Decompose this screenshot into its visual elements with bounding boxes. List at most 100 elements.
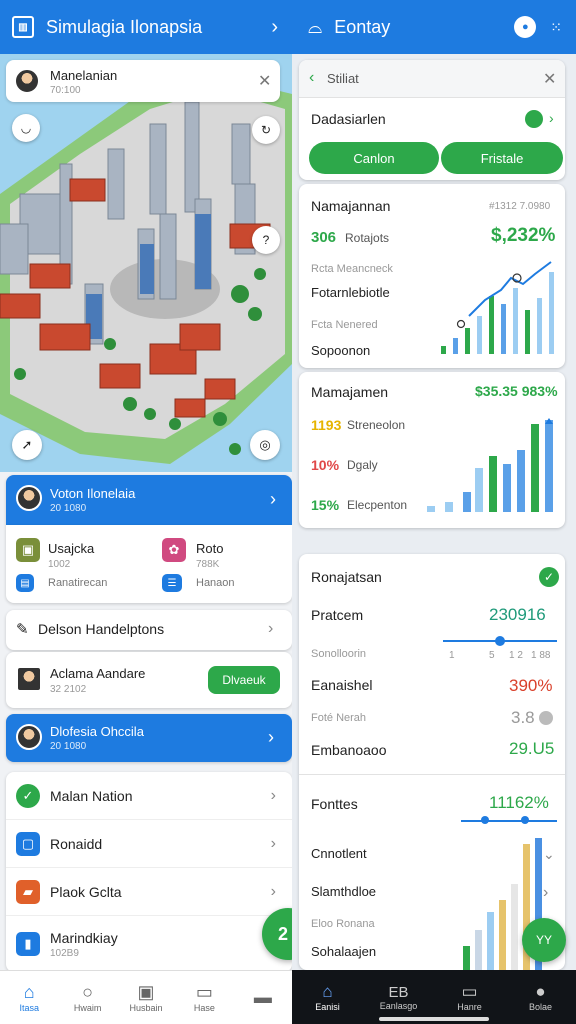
list-item[interactable]: ▰ Plaok Gclta › xyxy=(6,868,292,916)
tag-icon: ▰ xyxy=(16,879,40,904)
detail-card: ‹ Stiliat ✕ Dadasiarlen › Canlon Fristal… xyxy=(299,60,565,180)
lower-value: 11162% xyxy=(489,793,549,812)
stats-card: Namajannan #1312 7.0980 306 Rotajots $,2… xyxy=(299,184,565,368)
grid-item-label[interactable]: Hanaon xyxy=(196,577,235,589)
grid-item-label[interactable]: Ranatirecan xyxy=(48,577,107,589)
photo-icon: ▤ xyxy=(16,574,34,592)
header-chevron-right-icon[interactable]: › xyxy=(271,16,278,39)
map-control-top-left[interactable]: ◡ xyxy=(12,114,40,142)
summary-row-value: 10% xyxy=(311,457,340,473)
message-icon: ▭ xyxy=(195,982,213,1002)
basket-icon: ⌓ xyxy=(308,16,323,37)
city-map[interactable]: ◡ ↻ ? ➚ ◎ xyxy=(0,54,292,472)
contact-name: Aclama Aandare xyxy=(50,666,146,681)
window-icon: ▢ xyxy=(16,831,40,856)
report-item-label: Sonolloorin xyxy=(311,648,367,660)
user-grid-icon: ▣ xyxy=(16,538,40,562)
city-map-illustration xyxy=(0,74,292,464)
home-icon: ⌂ xyxy=(23,982,35,1002)
home-indicator xyxy=(379,1017,489,1021)
edit-icon: ✎ xyxy=(16,621,29,638)
list-item-label: Ronaidd xyxy=(50,835,103,852)
grid-item-sub: 1002 xyxy=(48,559,71,570)
secondary-button[interactable]: Fristale xyxy=(441,142,563,174)
chevron-right-icon[interactable]: › xyxy=(549,110,554,126)
lower-slider-handle[interactable] xyxy=(481,816,489,824)
scale-tick: 5 xyxy=(489,650,495,661)
nav-messages[interactable]: ▭ Hase xyxy=(175,971,233,1024)
report-item-value: 29.U5 xyxy=(509,739,555,758)
highlight-sub: 20 1080 xyxy=(50,503,87,514)
chevron-right-icon: › xyxy=(268,620,274,637)
list-item[interactable]: ✓ Malan Nation › xyxy=(6,772,292,820)
report-item-value: 3.8 xyxy=(511,708,535,727)
contact-row[interactable]: Aclama Aandare 32 2102 Dlvaeuk xyxy=(6,652,292,708)
nav-label: Husbain xyxy=(129,1003,163,1013)
list-item[interactable]: ▢ Ronaidd › xyxy=(6,820,292,868)
avatar xyxy=(14,68,40,94)
toggle-icon[interactable] xyxy=(539,711,553,725)
status-dot-icon xyxy=(525,110,543,128)
nav-home[interactable]: ⌂ Eanisi xyxy=(292,970,363,1024)
person-icon: ● xyxy=(535,982,546,1001)
stats-title: Namajannan xyxy=(311,198,391,214)
section-title: Delson Handelptons xyxy=(38,621,165,637)
close-icon[interactable]: ✕ xyxy=(258,71,271,91)
stat-sub-2: Fcta Nenered xyxy=(311,319,378,331)
profile-popup[interactable]: Manelanian 70:100 ✕ xyxy=(6,60,280,102)
grid-item-label[interactable]: Roto xyxy=(196,541,223,556)
bell-icon: ▣ xyxy=(137,982,155,1002)
lower-slider[interactable] xyxy=(461,820,557,822)
map-compass-icon[interactable]: ➚ xyxy=(12,430,42,460)
summary-title: Mamajamen xyxy=(311,384,389,400)
scale-tick: 1 88 xyxy=(531,650,551,661)
app-logo-icon: ▥ xyxy=(12,16,34,38)
lower-slider-handle[interactable] xyxy=(521,816,529,824)
contact-action-button[interactable]: Dlvaeuk xyxy=(208,666,280,694)
nav-more[interactable]: ▬ xyxy=(234,971,292,1024)
nav-label: Hwaim xyxy=(73,1003,102,1013)
back-arrow-icon[interactable]: ‹ xyxy=(309,69,314,87)
map-control-top-right[interactable]: ↻ xyxy=(252,116,280,144)
nav-label: Eanisi xyxy=(315,1002,340,1012)
nav-search[interactable]: ○ Hwaim xyxy=(58,971,116,1024)
map-control-mid-right[interactable]: ? xyxy=(252,226,280,254)
nav-home[interactable]: ⌂ Itasa xyxy=(0,971,58,1024)
chevron-right-icon: › xyxy=(270,489,276,509)
list-item[interactable]: ▮ Marindkiay 102B9 xyxy=(6,916,292,972)
list-item-label: Marindkiay xyxy=(50,929,118,946)
section-header[interactable]: ✎ Delson Handelptons › xyxy=(6,610,292,650)
summary-bar-chart xyxy=(427,418,553,512)
book-icon: EB xyxy=(388,983,409,1001)
close-icon[interactable]: ✕ xyxy=(543,69,556,89)
grid-item-sub: 788K xyxy=(196,559,220,570)
nav-book[interactable]: EB Eanlasgo xyxy=(363,970,434,1024)
highlight-card[interactable]: Voton Ilonelaia 20 1080 › xyxy=(6,475,292,525)
grid-item-label[interactable]: Usajcka xyxy=(48,541,94,556)
grid-card: ▣ Usajcka 1002 ✿ Roto 788K ▤ Ranatirecan… xyxy=(6,525,292,603)
list-item-label: Plaok Gclta xyxy=(50,883,122,900)
stats-bar-chart xyxy=(441,261,554,354)
nav-notifications[interactable]: ▣ Husbain xyxy=(117,971,175,1024)
report-item-label: Foté Nerah xyxy=(311,712,367,724)
stat-amount: $,232% xyxy=(491,225,556,246)
highlight2-title: Dlofesia Ohccila xyxy=(50,724,144,739)
primary-button[interactable]: Canlon xyxy=(309,142,439,174)
lower-item: Cnnotlent xyxy=(311,846,367,861)
map-locate-icon[interactable]: ◎ xyxy=(250,430,280,460)
avatar xyxy=(16,724,42,750)
fab-button-right[interactable]: YY xyxy=(522,918,566,962)
right-header-title: Eontay xyxy=(334,16,391,37)
report-slider-handle[interactable] xyxy=(495,636,505,646)
report-item-label: Pratcem xyxy=(311,607,364,623)
divider xyxy=(299,774,565,775)
profile-sub: 70:100 xyxy=(50,85,81,96)
left-header-title: Simulagia Ilonapsia xyxy=(46,16,203,37)
profile-circle-icon[interactable]: ● xyxy=(514,16,537,38)
nav-inbox[interactable]: ▭ Hanre xyxy=(434,970,505,1024)
row-title: Dadasiarlen xyxy=(311,111,386,127)
grid-menu-icon[interactable]: ⁙ xyxy=(550,19,562,36)
nav-profile[interactable]: ● Bolae xyxy=(505,970,576,1024)
highlight-card-2[interactable]: Dlofesia Ohccila 20 1080 › xyxy=(6,714,292,762)
report-item-label: Eanaishel xyxy=(311,677,373,693)
